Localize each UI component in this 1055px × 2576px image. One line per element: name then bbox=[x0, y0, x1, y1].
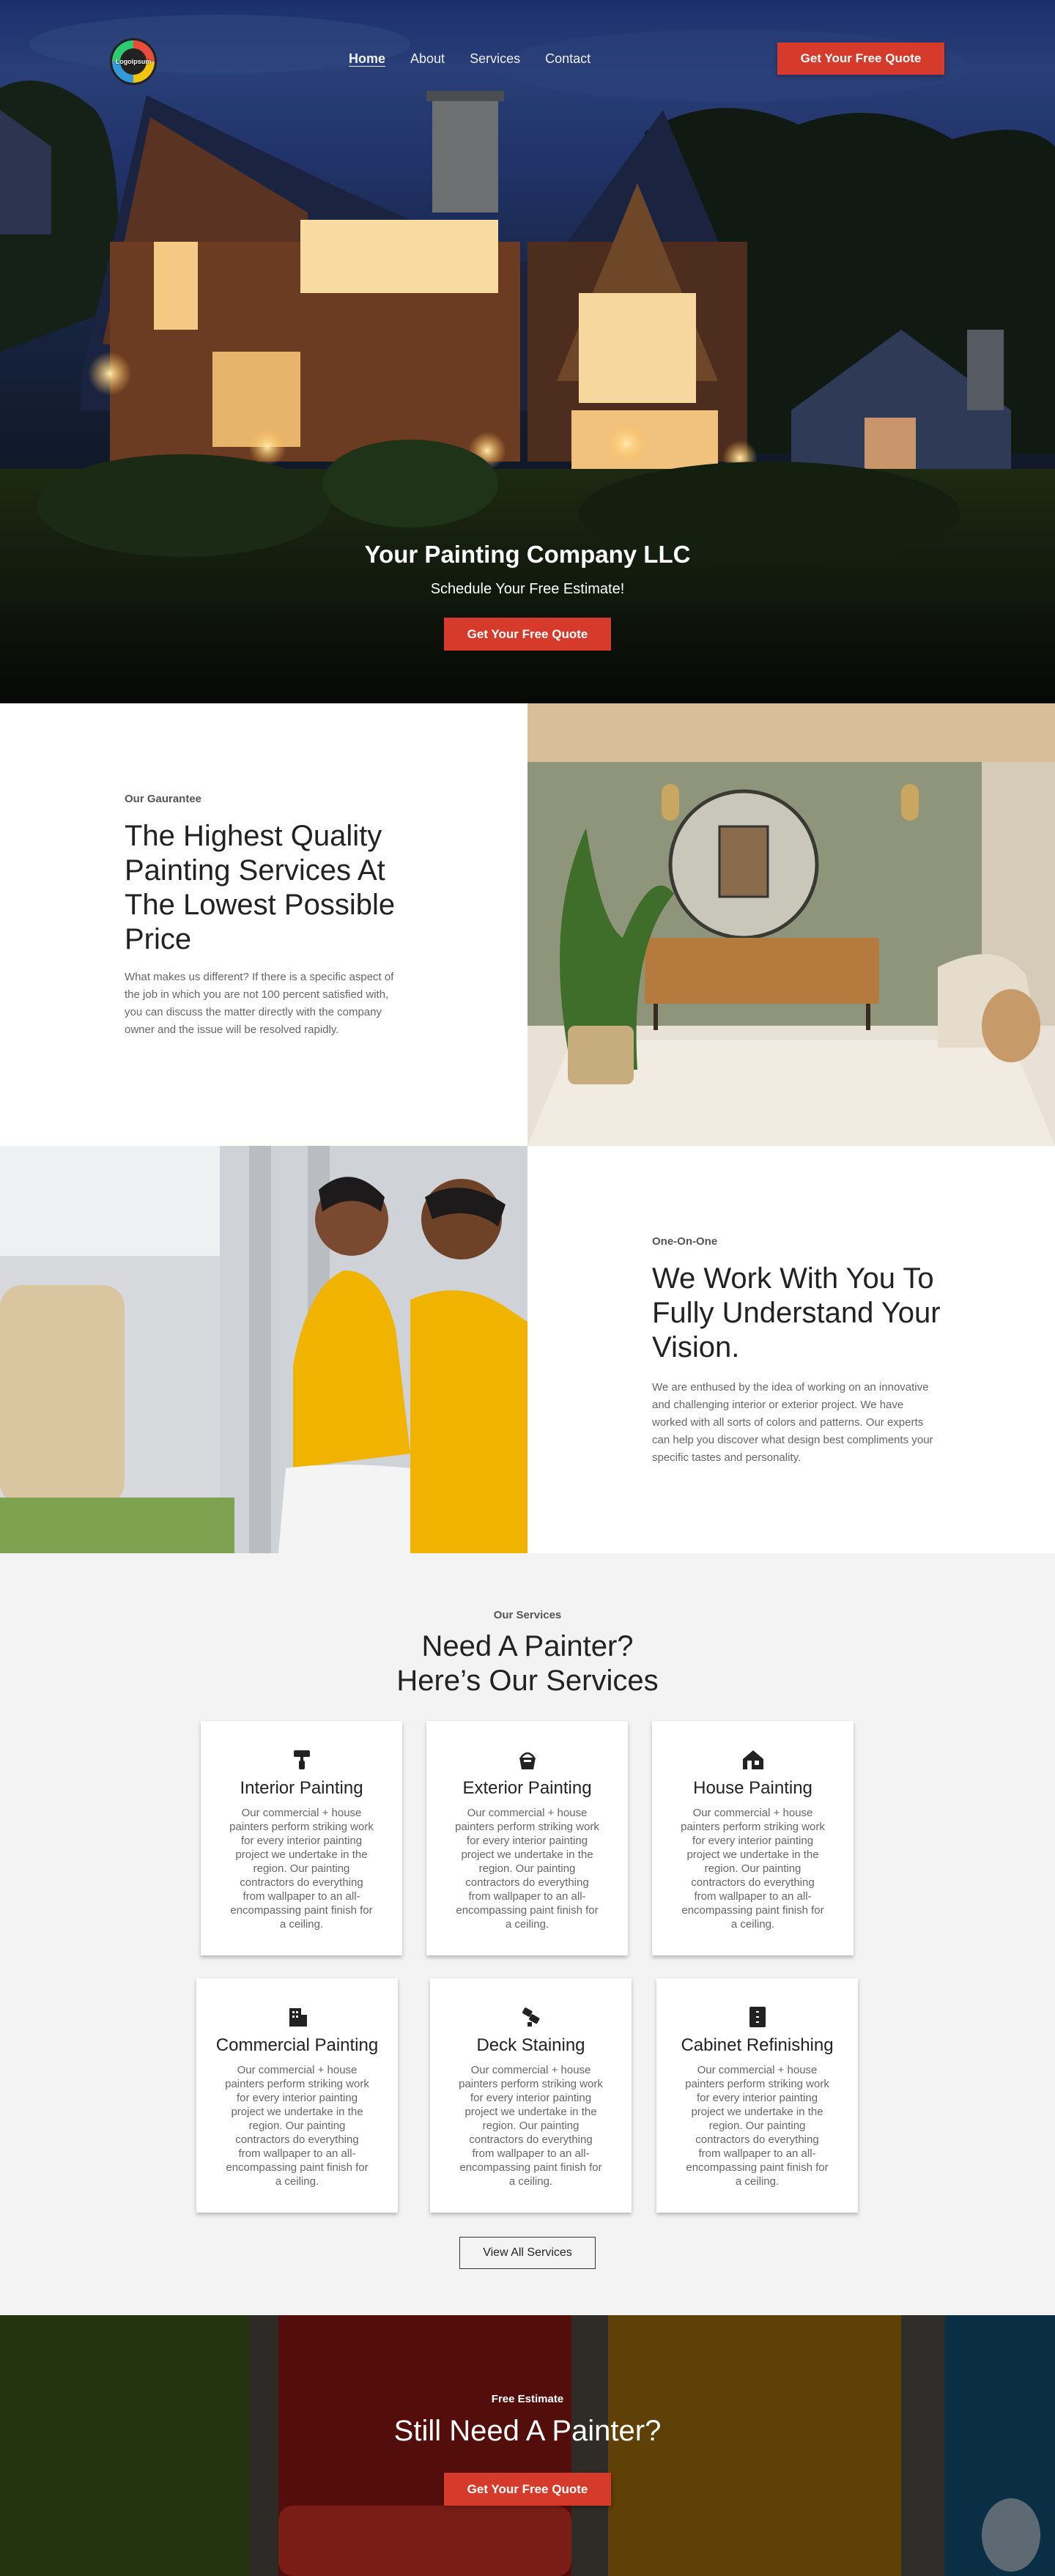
services-section: Our Services Need A Painter? Here’s Our … bbox=[0, 1553, 1055, 2315]
one-on-one-eyebrow: One-On-One bbox=[652, 1235, 718, 1248]
brush-icon bbox=[430, 2006, 632, 2028]
service-card-title: Exterior Painting bbox=[462, 1778, 592, 1798]
hero-subtitle: Schedule Your Free Estimate! bbox=[430, 581, 625, 597]
service-card-commercial[interactable]: Commercial Painting Our commercial + hou… bbox=[196, 1978, 398, 2213]
nav-link-contact[interactable]: Contact bbox=[545, 51, 591, 67]
service-card-exterior[interactable]: Exterior Painting Our commercial + house… bbox=[426, 1721, 628, 1955]
nav-quote-button[interactable]: Get Your Free Quote bbox=[777, 42, 944, 75]
service-card-title: Deck Staining bbox=[476, 2035, 585, 2055]
service-card-body: Our commercial + house painters perform … bbox=[685, 2064, 829, 2188]
view-all-services-button[interactable]: View All Services bbox=[459, 2237, 596, 2269]
services-title-line2: Here’s Our Services bbox=[396, 1665, 659, 1697]
interior-room-image bbox=[528, 703, 1055, 1146]
one-on-one-title: We Work With You To Fully Understand You… bbox=[652, 1262, 941, 1363]
service-card-body: Our commercial + house painters perform … bbox=[681, 1807, 825, 1931]
guarantee-body: What makes us different? If there is a s… bbox=[125, 971, 394, 1036]
nav-link-home[interactable]: Home bbox=[349, 51, 385, 67]
service-card-body: Our commercial + house painters perform … bbox=[455, 1807, 599, 1931]
one-on-one-text-panel: One-On-One We Work With You To Fully Und… bbox=[528, 1146, 1055, 1553]
cta-title: Still Need A Painter? bbox=[393, 2415, 662, 2447]
guarantee-section: Our Gaurantee The Highest Quality Painti… bbox=[0, 703, 1055, 1146]
service-card-title: Cabinet Refinishing bbox=[681, 2035, 834, 2055]
cabinet-icon bbox=[656, 2006, 858, 2028]
logo-text: Logoipsum bbox=[115, 58, 152, 65]
nav-link-services[interactable]: Services bbox=[470, 51, 520, 67]
paint-roller-icon bbox=[201, 1749, 402, 1771]
free-estimate-section: Free Estimate Still Need A Painter? Get … bbox=[0, 2315, 1055, 2576]
service-card-title: House Painting bbox=[693, 1778, 812, 1798]
services-title: Need A Painter? Here’s Our Services bbox=[0, 1629, 1055, 1698]
one-on-one-section: One-On-One We Work With You To Fully Und… bbox=[0, 1146, 1055, 1553]
company-logo[interactable]: Logoipsum bbox=[110, 38, 157, 85]
service-card-body: Our commercial + house painters perform … bbox=[225, 2064, 369, 2188]
service-card-deck[interactable]: Deck Staining Our commercial + house pai… bbox=[430, 1978, 632, 2213]
service-card-title: Commercial Painting bbox=[215, 2035, 379, 2055]
nav-link-about[interactable]: About bbox=[410, 51, 445, 67]
painters-photo bbox=[0, 1146, 528, 1553]
main-nav: Logoipsum Home About Services Contact Ge… bbox=[0, 38, 1055, 85]
service-card-cabinet[interactable]: Cabinet Refinishing Our commercial + hou… bbox=[656, 1978, 858, 2213]
services-title-line1: Need A Painter? bbox=[421, 1630, 634, 1662]
paint-bucket-icon bbox=[426, 1749, 628, 1771]
nav-links: Home About Services Contact bbox=[349, 51, 591, 67]
hero-section: Logoipsum Home About Services Contact Ge… bbox=[0, 0, 1055, 703]
hero-quote-button[interactable]: Get Your Free Quote bbox=[444, 618, 611, 651]
services-eyebrow: Our Services bbox=[493, 1609, 562, 1621]
service-card-interior[interactable]: Interior Painting Our commercial + house… bbox=[201, 1721, 402, 1955]
hero-house-image bbox=[0, 15, 1055, 703]
service-card-house[interactable]: House Painting Our commercial + house pa… bbox=[652, 1721, 854, 1955]
service-card-title: Interior Painting bbox=[240, 1778, 363, 1798]
hero-title: Your Painting Company LLC bbox=[364, 541, 691, 568]
service-card-body: Our commercial + house painters perform … bbox=[229, 1807, 374, 1931]
building-icon bbox=[196, 2006, 398, 2028]
cta-quote-button[interactable]: Get Your Free Quote bbox=[444, 2473, 611, 2506]
one-on-one-body: We are enthused by the idea of working o… bbox=[652, 1381, 933, 1464]
guarantee-eyebrow: Our Gaurantee bbox=[125, 793, 202, 805]
cta-eyebrow: Free Estimate bbox=[491, 2393, 564, 2405]
guarantee-title: The Highest Quality Painting Services At… bbox=[125, 820, 396, 955]
interior-room-illustration bbox=[528, 703, 1055, 1146]
guarantee-text-panel: Our Gaurantee The Highest Quality Painti… bbox=[0, 703, 528, 1146]
service-card-body: Our commercial + house painters perform … bbox=[459, 2064, 603, 2188]
house-icon bbox=[652, 1749, 854, 1771]
painters-illustration bbox=[0, 1146, 528, 1553]
